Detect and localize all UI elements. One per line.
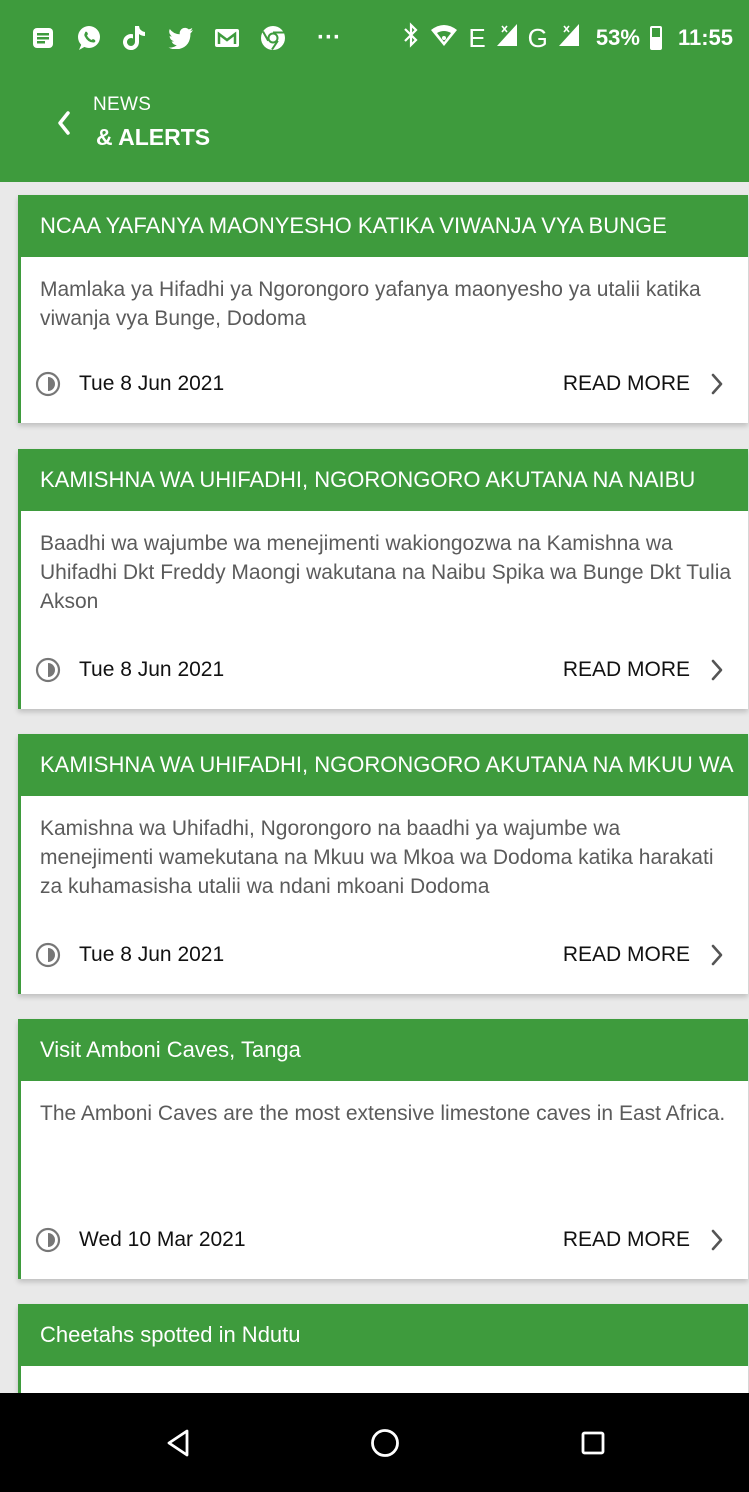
news-card-summary: [21, 1366, 748, 1384]
clock-icon: [35, 942, 61, 968]
news-card-summary: The Amboni Caves are the most extensive …: [40, 1102, 726, 1125]
more-notifications-icon: ···: [317, 24, 341, 51]
notification-icons: ···: [30, 18, 346, 58]
news-card-title: KAMISHNA WA UHIFADHI, NGORONGORO AKUTANA…: [21, 449, 748, 511]
back-triangle-icon: [167, 1429, 189, 1457]
news-card-footer: Tue 8 Jun 2021 READ MORE: [21, 345, 748, 423]
back-button[interactable]: [44, 98, 84, 148]
nav-back-button[interactable]: [158, 1423, 198, 1463]
news-card-summary: Mamlaka ya Hifadhi ya Ngorongoro yafanya…: [40, 278, 701, 330]
clock-time: 11:55: [677, 25, 733, 50]
network-type-1: E: [468, 22, 486, 53]
tiktok-icon: [122, 25, 148, 51]
battery-percent: 53%: [595, 25, 640, 50]
nav-recents-button[interactable]: [573, 1423, 613, 1463]
news-card-date: Tue 8 Jun 2021: [79, 372, 225, 395]
signal-icon-1: [496, 23, 518, 53]
news-card-summary: Kamishna wa Uhifadhi, Ngorongoro na baad…: [40, 817, 714, 898]
read-more-button[interactable]: READ MORE: [563, 658, 724, 682]
news-card-title: KAMISHNA WA UHIFADHI, NGORONGORO AKUTANA…: [21, 734, 748, 796]
chevron-right-icon: [711, 373, 723, 395]
news-card[interactable]: Visit Amboni Caves, Tanga The Amboni Cav…: [18, 1019, 748, 1279]
news-card-date: Tue 8 Jun 2021: [79, 943, 225, 966]
news-card-footer: Tue 8 Jun 2021 READ MORE: [21, 631, 748, 709]
page-title: & ALERTS: [96, 124, 211, 150]
clock-icon: [35, 657, 61, 683]
read-more-label: READ MORE: [562, 372, 690, 395]
chevron-right-icon: [711, 1229, 723, 1251]
system-nav-bar: [0, 1393, 749, 1492]
twitter-icon: [168, 25, 194, 51]
wifi-icon: [430, 22, 458, 54]
nav-home-button[interactable]: [365, 1423, 405, 1463]
signal-icon-2: [558, 23, 580, 53]
read-more-label: READ MORE: [562, 943, 690, 966]
news-list[interactable]: NCAA YAFANYA MAONYESHO KATIKA VIWANJA VY…: [0, 182, 749, 1393]
chevron-right-icon: [711, 659, 723, 681]
news-card[interactable]: NCAA YAFANYA MAONYESHO KATIKA VIWANJA VY…: [18, 195, 748, 423]
recents-square-icon: [581, 1431, 605, 1455]
app-bar: NEWS & ALERTS: [0, 72, 749, 182]
read-more-button[interactable]: READ MORE: [563, 1228, 724, 1252]
read-more-label: READ MORE: [562, 658, 690, 681]
news-card-footer: Wed 10 Mar 2021 READ MORE: [21, 1201, 748, 1279]
news-card-date: Tue 8 Jun 2021: [79, 658, 225, 681]
home-circle-icon: [371, 1429, 399, 1457]
read-more-button[interactable]: READ MORE: [563, 943, 724, 967]
news-card-title: Visit Amboni Caves, Tanga: [21, 1019, 748, 1081]
news-card-title: Cheetahs spotted in Ndutu: [21, 1304, 748, 1366]
clock-icon: [35, 371, 61, 397]
news-card-title: NCAA YAFANYA MAONYESHO KATIKA VIWANJA VY…: [21, 195, 748, 257]
news-card[interactable]: Cheetahs spotted in Ndutu: [18, 1304, 748, 1393]
page-title-small: NEWS: [93, 94, 152, 115]
battery-icon: [649, 26, 662, 50]
whatsapp-icon: [76, 25, 102, 51]
chrome-icon: [260, 25, 286, 51]
bluetooth-icon: [402, 22, 420, 54]
news-card[interactable]: KAMISHNA WA UHIFADHI, NGORONGORO AKUTANA…: [18, 734, 748, 994]
read-more-label: READ MORE: [562, 1228, 690, 1251]
news-card[interactable]: KAMISHNA WA UHIFADHI, NGORONGORO AKUTANA…: [18, 449, 748, 709]
news-card-summary: Baadhi wa wajumbe wa menejimenti wakiong…: [40, 532, 732, 613]
news-card-footer: Tue 8 Jun 2021 READ MORE: [21, 916, 748, 994]
network-type-2: G: [527, 22, 548, 53]
status-bar: ··· E G 53% 11:55: [0, 0, 749, 72]
news-card-date: Wed 10 Mar 2021: [79, 1228, 246, 1251]
read-more-button[interactable]: READ MORE: [563, 372, 724, 396]
gmail-icon: [214, 25, 240, 51]
chevron-left-icon: [58, 111, 70, 135]
notes-icon: [30, 25, 56, 51]
clock-icon: [35, 1227, 61, 1253]
system-indicators: E G 53% 11:55: [402, 18, 733, 58]
chevron-right-icon: [711, 944, 723, 966]
